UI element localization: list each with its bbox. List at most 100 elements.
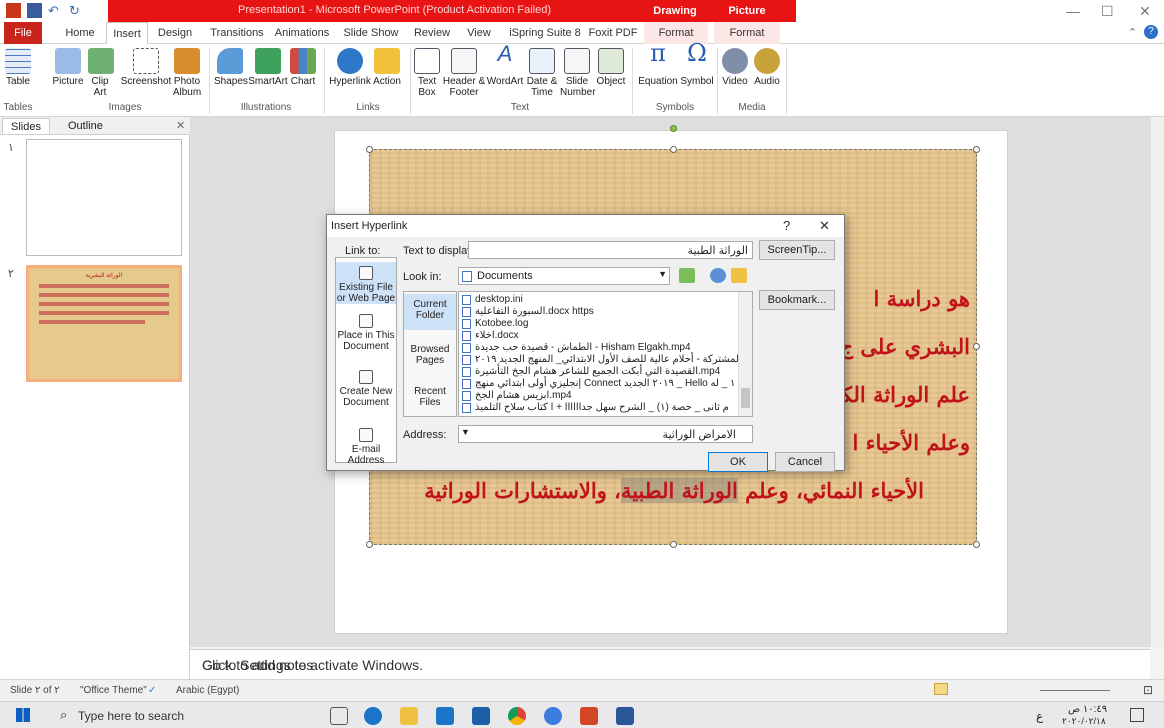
text-to-display-input[interactable]: الوراثة الطبية	[468, 241, 753, 259]
clip-art-button[interactable]: Clip Art	[88, 48, 114, 98]
save-icon[interactable]	[27, 3, 42, 18]
wordart-button[interactable]: A WordArt	[486, 43, 524, 88]
language[interactable]: Arabic (Egypt)	[176, 685, 239, 696]
tab-design[interactable]: Design	[153, 22, 197, 44]
header-footer-button[interactable]: Header & Footer	[442, 48, 486, 98]
date-time-button[interactable]: Date & Time	[524, 48, 560, 98]
mail-icon[interactable]	[472, 707, 490, 725]
file-item[interactable]: Kotobee.log	[462, 318, 528, 329]
help-icon[interactable]: ?	[1144, 25, 1158, 39]
resize-handle[interactable]	[973, 541, 980, 548]
symbol-button[interactable]: Ω Symbol	[680, 41, 714, 87]
file-item[interactable]: ابزيس هشام الجخ.mp4	[462, 390, 572, 401]
cancel-button[interactable]: Cancel	[775, 452, 835, 472]
shapes-button[interactable]: Shapes	[214, 48, 248, 87]
link-existing-file[interactable]: Existing File or Web Page	[336, 262, 396, 304]
screentip-button[interactable]: ScreenTip...	[759, 240, 835, 260]
slide-number-button[interactable]: Slide Number	[560, 48, 596, 98]
link-email-address[interactable]: E-mail Address	[336, 428, 396, 466]
tab-animations[interactable]: Animations	[271, 22, 333, 44]
file-list[interactable]: desktop.ini السبورة التفاعلية.docx https…	[458, 291, 753, 417]
file-item[interactable]: القصيدة التي أبكت الجميع للشاعر هشام الج…	[462, 366, 720, 377]
file-item[interactable]: الطماش - قصيدة حب جديدة - Hisham Elgakh.…	[462, 342, 691, 353]
dialog-close-button[interactable]: ✕	[819, 218, 830, 234]
powerpoint-icon[interactable]	[6, 3, 21, 18]
file-item[interactable]: السبورة التفاعلية.docx https	[462, 306, 594, 317]
resize-handle[interactable]	[670, 541, 677, 548]
clock-date[interactable]: ٢٠٢٠/٠٢/١٨	[1062, 716, 1106, 727]
link-create-new-document[interactable]: Create New Document	[336, 370, 396, 408]
hyperlink-button[interactable]: Hyperlink	[328, 48, 372, 87]
tab-file[interactable]: File	[4, 22, 42, 44]
store-icon[interactable]	[436, 707, 454, 725]
file-item[interactable]: desktop.ini	[462, 294, 523, 305]
ime-indicator[interactable]: ع	[1036, 709, 1043, 723]
tab-foxit-pdf[interactable]: Foxit PDF	[587, 22, 639, 44]
file-item[interactable]: إنجليزي أولى ابتدائي منهج Connect ٢٠١٩ ا…	[462, 378, 735, 389]
text-box-button[interactable]: Text Box	[414, 48, 440, 98]
video-button[interactable]: Video	[720, 48, 750, 87]
file-item[interactable]: لمشتركة - أحلام عالية للصف الأول الابتدا…	[462, 354, 739, 365]
screenshot-button[interactable]: Screenshot	[120, 48, 172, 87]
file-explorer-icon[interactable]	[400, 707, 418, 725]
equation-button[interactable]: π Equation	[636, 41, 680, 87]
tab-slide-show[interactable]: Slide Show	[341, 22, 401, 44]
taskbar-search[interactable]: Type here to search	[78, 709, 184, 723]
tab-home[interactable]: Home	[60, 22, 100, 44]
view-normal-icon[interactable]	[934, 683, 948, 695]
word-taskbar-icon[interactable]	[616, 707, 634, 725]
resize-handle[interactable]	[973, 343, 980, 350]
chevron-down-icon[interactable]: ▼	[461, 427, 470, 437]
bookmark-button[interactable]: Bookmark...	[759, 290, 835, 310]
recent-files-option[interactable]: Recent Files	[404, 386, 456, 408]
address-input[interactable]: الامراض الوراثية ▼	[458, 425, 753, 443]
clock-time[interactable]: ١٠:٤٩ ص	[1068, 704, 1107, 715]
browsed-pages-option[interactable]: Browsed Pages	[404, 344, 456, 366]
close-button[interactable]: ✕	[1139, 3, 1151, 20]
resize-handle[interactable]	[973, 146, 980, 153]
chrome-2-icon[interactable]	[544, 707, 562, 725]
action-button[interactable]: Action	[370, 48, 404, 87]
file-list-scrollbar[interactable]	[738, 292, 752, 416]
tab-ispring[interactable]: iSpring Suite 8	[507, 22, 583, 44]
chevron-down-icon[interactable]: ▼	[658, 269, 667, 279]
chrome-icon[interactable]	[508, 707, 526, 725]
picture-button[interactable]: Picture	[50, 48, 86, 87]
tab-format-picture[interactable]: Format	[714, 22, 780, 44]
photo-album-button[interactable]: Photo Album	[170, 48, 204, 98]
up-folder-icon[interactable]	[679, 268, 695, 283]
object-button[interactable]: Object	[594, 48, 628, 87]
table-button[interactable]: Table	[4, 48, 32, 87]
current-folder-option[interactable]: Current Folder	[404, 294, 456, 330]
audio-button[interactable]: Audio	[752, 48, 782, 87]
file-item[interactable]: اخلاء.docx	[462, 330, 519, 341]
smartart-button[interactable]: SmartArt	[246, 48, 290, 87]
resize-handle[interactable]	[670, 146, 677, 153]
resize-handle[interactable]	[366, 541, 373, 548]
dialog-help-button[interactable]: ?	[783, 218, 790, 233]
tab-insert[interactable]: Insert	[106, 22, 148, 44]
link-place-in-document[interactable]: Place in This Document	[336, 314, 396, 352]
browse-file-icon[interactable]	[731, 268, 747, 283]
spelling-icon[interactable]: ✓	[148, 685, 156, 696]
tab-outline[interactable]: Outline	[60, 118, 111, 134]
redo-icon[interactable]: ↻	[69, 3, 84, 18]
slide-thumbnail-2[interactable]: الوراثة البشرية	[26, 265, 182, 382]
task-view-icon[interactable]	[330, 707, 348, 725]
chart-button[interactable]: Chart	[290, 48, 316, 87]
minimize-button[interactable]: —	[1066, 3, 1080, 19]
tab-view[interactable]: View	[461, 22, 497, 44]
tab-review[interactable]: Review	[411, 22, 453, 44]
edge-icon[interactable]	[364, 707, 382, 725]
notifications-icon[interactable]	[1130, 708, 1144, 722]
file-item[interactable]: م ثانى _ حصة (١) _ الشرح سهل جداااااا + …	[462, 402, 729, 413]
powerpoint-taskbar-icon[interactable]	[580, 707, 598, 725]
resize-handle[interactable]	[366, 146, 373, 153]
look-in-dropdown[interactable]: Documents ▼	[458, 267, 670, 285]
notes-pane[interactable]: Click to add notes Go to Settings to act…	[190, 649, 1150, 679]
collapse-ribbon-icon[interactable]: ⌃	[1128, 26, 1137, 39]
windows-start-icon[interactable]	[16, 708, 30, 722]
undo-icon[interactable]: ↶	[48, 3, 63, 18]
browse-web-icon[interactable]	[710, 268, 726, 283]
vertical-scrollbar[interactable]	[1150, 117, 1164, 647]
